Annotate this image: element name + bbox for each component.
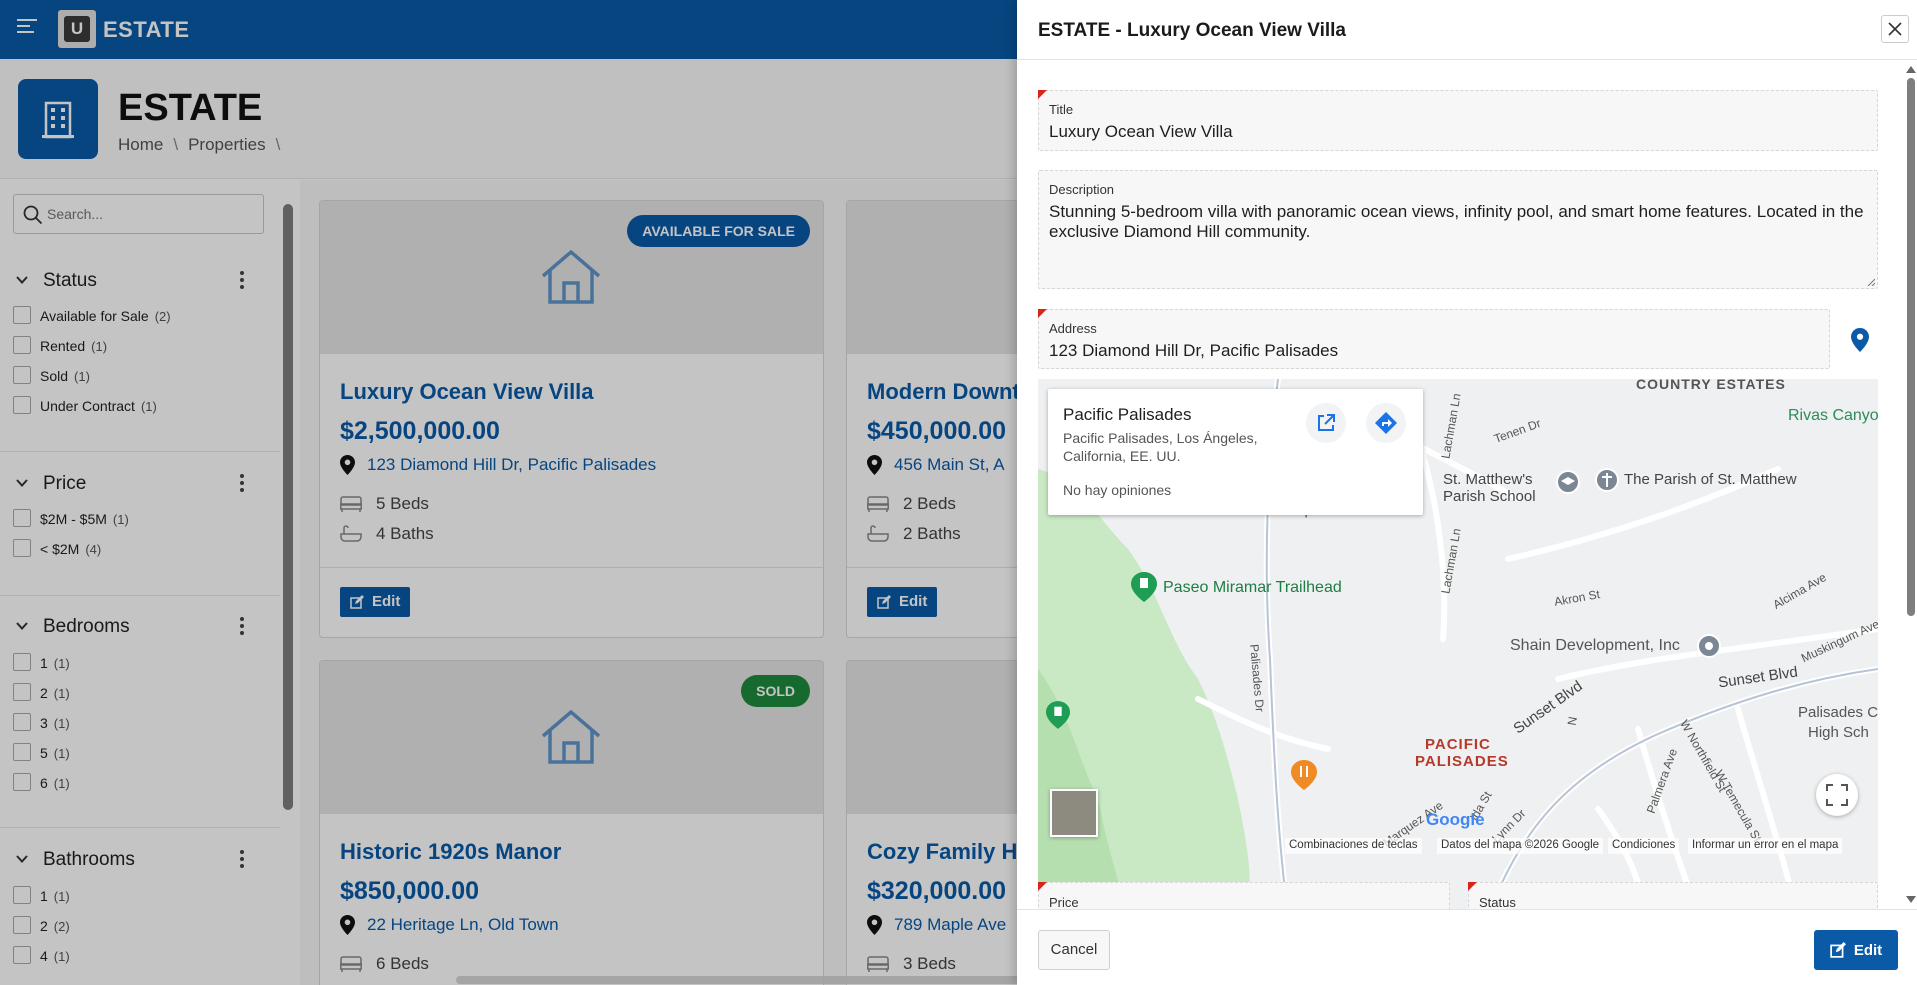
trailhead-marker-icon [1131, 572, 1157, 602]
church-marker-icon [1595, 468, 1619, 492]
field-label: Status [1479, 895, 1516, 909]
field-label: Price [1049, 895, 1079, 909]
cancel-button[interactable]: Cancel [1038, 930, 1110, 970]
map-label: High Sch [1808, 724, 1869, 741]
title-value[interactable]: Luxury Ocean View Villa [1049, 122, 1233, 142]
fullscreen-button[interactable] [1816, 774, 1858, 816]
scroll-up-arrow-icon[interactable] [1906, 66, 1916, 73]
satellite-toggle[interactable] [1050, 789, 1098, 837]
restaurant-marker-icon [1291, 760, 1317, 790]
open-in-maps-button[interactable] [1306, 403, 1346, 443]
required-indicator [1038, 309, 1047, 318]
trail-marker-icon [1046, 701, 1070, 729]
description-value[interactable]: Stunning 5-bedroom villa with panoramic … [1049, 202, 1869, 242]
map-label: Shain Development, Inc [1510, 637, 1680, 654]
map-label: Rivas Canyo [1788, 407, 1878, 424]
place-title: Pacific Palisades [1063, 405, 1192, 424]
drawer-title: ESTATE - Luxury Ocean View Villa [1038, 20, 1346, 41]
edit-label: Edit [1853, 941, 1883, 959]
place-address: Pacific Palisades, Los Ángeles, Californ… [1063, 430, 1258, 464]
edit-button[interactable]: Edit [1814, 930, 1898, 970]
map-label: PACIFIC [1425, 736, 1491, 753]
directions-icon [1375, 412, 1397, 434]
drawer-header: ESTATE - Luxury Ocean View Villa [1017, 0, 1917, 60]
map-label: COUNTRY ESTATES [1636, 379, 1786, 392]
drawer-scrollbar[interactable] [1905, 62, 1917, 907]
description-field[interactable]: Description Stunning 5-bedroom villa wit… [1038, 170, 1878, 289]
scroll-down-arrow-icon[interactable] [1906, 896, 1916, 903]
map-label: St. Matthew's Parish School [1443, 471, 1536, 505]
required-indicator [1468, 882, 1477, 891]
google-logo: Google [1426, 810, 1485, 829]
report-error-link[interactable]: Informar un error en el mapa [1688, 838, 1843, 854]
terms-link[interactable]: Condiciones [1608, 838, 1680, 854]
modal-backdrop[interactable] [0, 0, 1017, 985]
close-button[interactable] [1881, 15, 1909, 43]
scrollbar-thumb[interactable] [1907, 78, 1915, 616]
map-label: The Parish of St. Matthew [1624, 471, 1797, 488]
business-marker-icon [1697, 634, 1721, 658]
place-info-card: Pacific Palisades Pacific Palisades, Los… [1048, 389, 1423, 515]
edit-icon [1830, 942, 1846, 958]
place-reviews[interactable]: No hay opiniones [1063, 482, 1171, 498]
address-field[interactable]: Address 123 Diamond Hill Dr, Pacific Pal… [1038, 309, 1830, 369]
keyboard-shortcuts-link[interactable]: Combinaciones de teclas [1285, 838, 1422, 854]
map-label: Paseo Miramar Trailhead [1163, 579, 1342, 596]
external-link-icon [1318, 414, 1335, 431]
status-field[interactable]: Status [1468, 882, 1878, 909]
location-pin-icon[interactable] [1849, 328, 1871, 352]
required-indicator [1038, 90, 1047, 99]
required-indicator [1038, 882, 1047, 891]
close-icon [1888, 22, 1902, 36]
price-field[interactable]: Price [1038, 882, 1450, 909]
field-label: Address [1049, 321, 1097, 336]
field-label: Title [1049, 102, 1074, 117]
resize-handle-icon[interactable] [1867, 278, 1875, 286]
drawer-footer: Cancel Edit [1017, 909, 1917, 985]
map-label: PALISADES [1415, 753, 1509, 770]
address-value[interactable]: 123 Diamond Hill Dr, Pacific Palisades [1049, 341, 1338, 361]
title-field[interactable]: Title Luxury Ocean View Villa [1038, 90, 1878, 151]
property-detail-drawer: ESTATE - Luxury Ocean View Villa Title L… [1017, 0, 1917, 985]
map-label: Palisades Cha [1798, 704, 1878, 721]
address-map[interactable]: COUNTRY ESTATES Rivas Canyo Lachman Ln T… [1038, 379, 1878, 909]
map-data-credit: Datos del mapa ©2026 Google [1437, 838, 1604, 854]
field-label: Description [1049, 182, 1115, 197]
directions-button[interactable] [1366, 403, 1406, 443]
fullscreen-icon [1826, 784, 1848, 806]
school-marker-icon [1556, 470, 1580, 494]
drawer-body: Title Luxury Ocean View Villa Descriptio… [1017, 60, 1917, 909]
